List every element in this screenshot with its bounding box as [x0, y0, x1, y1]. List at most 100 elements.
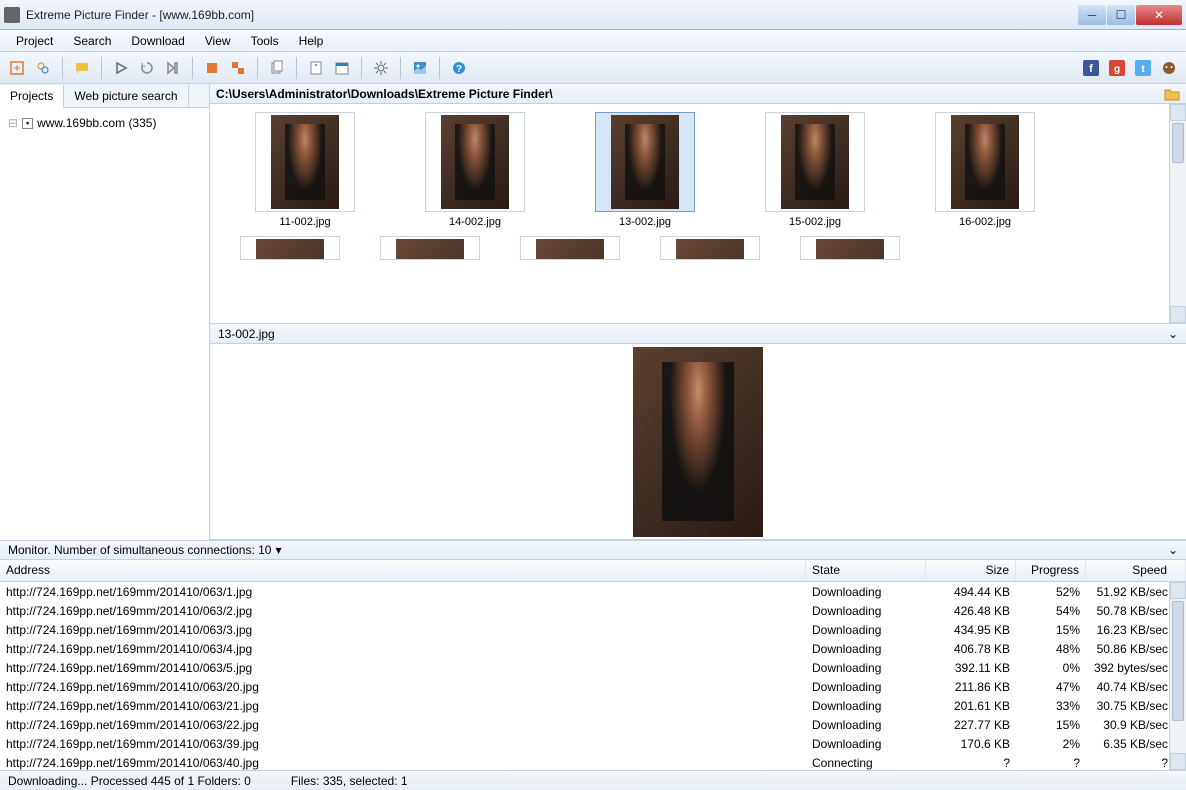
tree-item-label: www.169bb.com (335)	[37, 116, 156, 130]
scroll-up-icon[interactable]	[1170, 582, 1186, 599]
col-address[interactable]: Address	[0, 560, 806, 581]
google-icon[interactable]: g	[1106, 57, 1128, 79]
table-row[interactable]: http://724.169pp.net/169mm/201410/063/1.…	[0, 582, 1186, 601]
separator	[400, 57, 401, 79]
refresh-icon[interactable]	[136, 57, 158, 79]
wizard-icon[interactable]	[32, 57, 54, 79]
menu-search[interactable]: Search	[65, 32, 119, 50]
scroll-thumb[interactable]	[1172, 123, 1184, 163]
status-left: Downloading... Processed 445 of 1 Folder…	[8, 774, 251, 788]
facebook-icon[interactable]: f	[1080, 57, 1102, 79]
sidebar: Projects Web picture search ⊟ ▪ www.169b…	[0, 84, 210, 540]
tree-checkbox-icon[interactable]: ▪	[22, 118, 33, 129]
tab-projects[interactable]: Projects	[0, 85, 64, 108]
col-size[interactable]: Size	[926, 560, 1016, 581]
thumbnail[interactable]: 14-002.jpg	[410, 112, 540, 228]
new-project-icon[interactable]	[6, 57, 28, 79]
scrollbar[interactable]	[1169, 104, 1186, 323]
thumbnail-label: 13-002.jpg	[580, 216, 710, 228]
stop-icon[interactable]	[201, 57, 223, 79]
image-viewer-icon[interactable]	[409, 57, 431, 79]
thumbnail[interactable]: 15-002.jpg	[750, 112, 880, 228]
table-row[interactable]: http://724.169pp.net/169mm/201410/063/3.…	[0, 620, 1186, 639]
svg-text:f: f	[1089, 63, 1093, 75]
menu-help[interactable]: Help	[291, 32, 332, 50]
scroll-up-icon[interactable]	[1170, 104, 1186, 121]
thumbnail[interactable]	[520, 236, 620, 260]
thumbnail[interactable]	[800, 236, 900, 260]
separator	[62, 57, 63, 79]
separator	[192, 57, 193, 79]
preview-header: 13-002.jpg ⌄	[210, 324, 1186, 344]
statusbar: Downloading... Processed 445 of 1 Folder…	[0, 770, 1186, 790]
monitor-bar: Monitor. Number of simultaneous connecti…	[0, 540, 1186, 560]
menu-view[interactable]: View	[197, 32, 239, 50]
window-title: Extreme Picture Finder - [www.169bb.com]	[26, 8, 1077, 22]
menu-download[interactable]: Download	[123, 32, 192, 50]
menu-project[interactable]: Project	[8, 32, 61, 50]
chevron-down-icon[interactable]: ⌄	[1168, 543, 1178, 557]
twitter-icon[interactable]: t	[1132, 57, 1154, 79]
menu-tools[interactable]: Tools	[243, 32, 287, 50]
table-row[interactable]: http://724.169pp.net/169mm/201410/063/40…	[0, 753, 1186, 770]
thumbnail-label: 14-002.jpg	[410, 216, 540, 228]
status-files: Files: 335, selected: 1	[291, 774, 408, 788]
table-row[interactable]: http://724.169pp.net/169mm/201410/063/21…	[0, 696, 1186, 715]
minimize-button[interactable]: ─	[1078, 5, 1106, 25]
table-row[interactable]: http://724.169pp.net/169mm/201410/063/22…	[0, 715, 1186, 734]
titlebar: Extreme Picture Finder - [www.169bb.com]…	[0, 0, 1186, 30]
preview-filename: 13-002.jpg	[218, 327, 275, 341]
play-icon[interactable]	[110, 57, 132, 79]
help-icon[interactable]: ?	[448, 57, 470, 79]
properties-icon[interactable]	[305, 57, 327, 79]
preview-panel	[210, 344, 1186, 540]
col-speed[interactable]: Speed	[1086, 560, 1186, 581]
tab-web-picture-search[interactable]: Web picture search	[64, 85, 188, 108]
table-row[interactable]: http://724.169pp.net/169mm/201410/063/20…	[0, 677, 1186, 696]
table-row[interactable]: http://724.169pp.net/169mm/201410/063/2.…	[0, 601, 1186, 620]
scroll-thumb[interactable]	[1172, 601, 1184, 721]
separator	[257, 57, 258, 79]
thumbnail[interactable]	[380, 236, 480, 260]
thumbnail[interactable]: 11-002.jpg	[240, 112, 370, 228]
table-row[interactable]: http://724.169pp.net/169mm/201410/063/5.…	[0, 658, 1186, 677]
copy-icon[interactable]	[266, 57, 288, 79]
mascot-icon[interactable]	[1158, 57, 1180, 79]
app-icon	[4, 7, 20, 23]
col-progress[interactable]: Progress	[1016, 560, 1086, 581]
comment-icon[interactable]	[71, 57, 93, 79]
scroll-down-icon[interactable]	[1170, 306, 1186, 323]
chevron-down-icon[interactable]: ⌄	[1168, 327, 1178, 341]
separator	[101, 57, 102, 79]
path-text: C:\Users\Administrator\Downloads\Extreme…	[216, 87, 553, 101]
skip-icon[interactable]	[162, 57, 184, 79]
table-row[interactable]: http://724.169pp.net/169mm/201410/063/39…	[0, 734, 1186, 753]
tree-connector: ⊟	[8, 116, 18, 130]
thumbnail-label: 15-002.jpg	[750, 216, 880, 228]
tree-item-project[interactable]: ⊟ ▪ www.169bb.com (335)	[8, 116, 201, 130]
thumbnail-label: 16-002.jpg	[920, 216, 1050, 228]
separator	[361, 57, 362, 79]
open-folder-icon[interactable]	[1164, 87, 1180, 101]
monitor-dropdown-icon[interactable]: ▾	[275, 543, 281, 557]
menubar: Project Search Download View Tools Help	[0, 30, 1186, 52]
thumbnail[interactable]: 16-002.jpg	[920, 112, 1050, 228]
separator	[296, 57, 297, 79]
svg-text:g: g	[1114, 64, 1120, 75]
thumbnail[interactable]	[240, 236, 340, 260]
table-row[interactable]: http://724.169pp.net/169mm/201410/063/4.…	[0, 639, 1186, 658]
col-state[interactable]: State	[806, 560, 926, 581]
calendar-icon[interactable]	[331, 57, 353, 79]
close-button[interactable]: ✕	[1136, 5, 1182, 25]
separator	[439, 57, 440, 79]
thumbnail-label: 11-002.jpg	[240, 216, 370, 228]
toolbar: ? f g t	[0, 52, 1186, 84]
stop-all-icon[interactable]	[227, 57, 249, 79]
scrollbar[interactable]	[1169, 582, 1186, 770]
maximize-button[interactable]: ☐	[1107, 5, 1135, 25]
thumbnail[interactable]: 13-002.jpg	[580, 112, 710, 228]
settings-icon[interactable]	[370, 57, 392, 79]
thumbnail[interactable]	[660, 236, 760, 260]
scroll-down-icon[interactable]	[1170, 753, 1186, 770]
thumbnail-panel: 11-002.jpg 14-002.jpg 13-002.jpg 15-002.jpg…	[210, 104, 1186, 324]
